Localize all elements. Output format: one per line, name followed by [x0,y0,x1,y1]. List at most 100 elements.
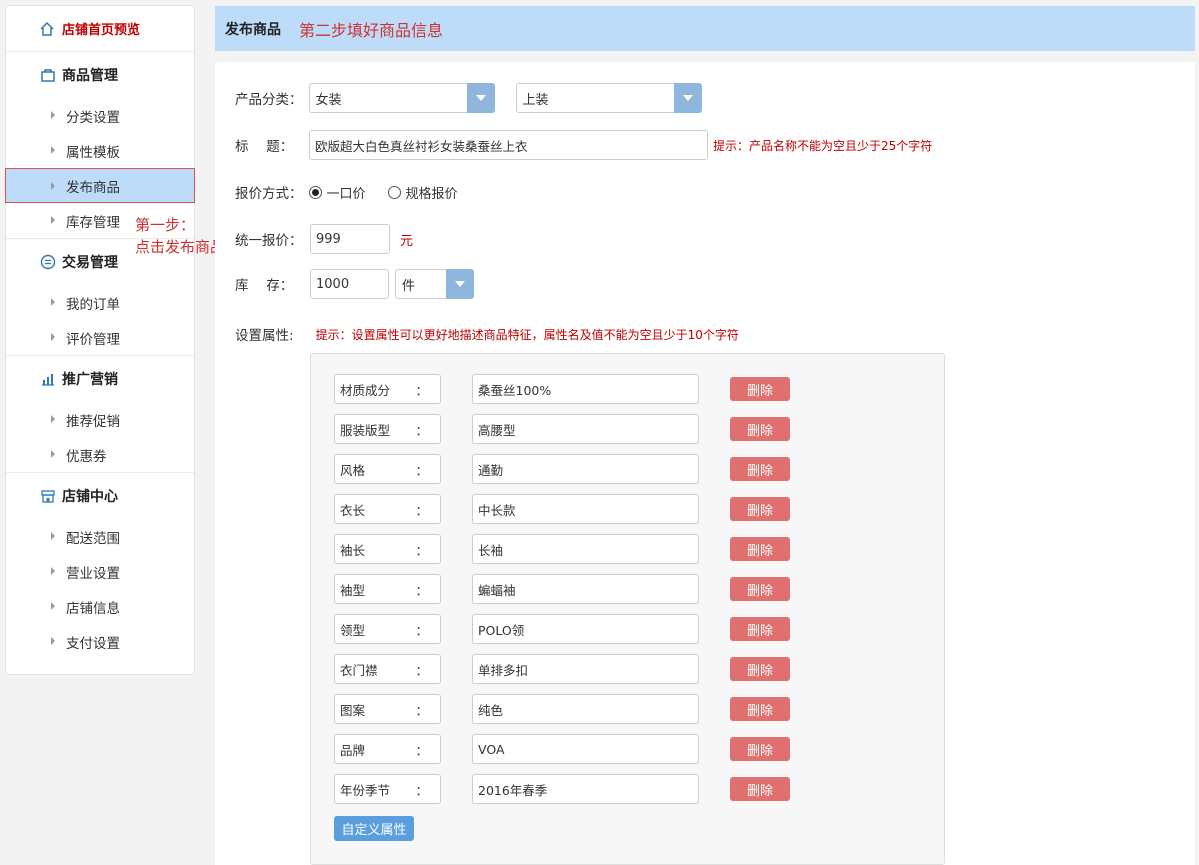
stock-unit-select[interactable]: 件 [395,269,474,299]
delete-attribute-button[interactable]: 删除 [730,417,790,441]
attribute-colon: ： [415,502,428,518]
attribute-value-input[interactable]: 桑蚕丝100% [472,374,699,404]
sidebar-item-label: 发布商品 [66,179,120,196]
bag-icon [40,67,56,83]
attribute-value-input[interactable]: 中长款 [472,494,699,524]
sidebar-item-publish-product[interactable]: 发布商品 [5,168,195,203]
attribute-value-input[interactable]: 长袖 [472,534,699,564]
caret-right-icon [51,146,55,154]
sidebar-item-label: 库存管理 [66,214,120,231]
attribute-value-input[interactable]: 纯色 [472,694,699,724]
custom-attribute-button[interactable]: 自定义属性 [334,816,414,841]
delete-attribute-button[interactable]: 删除 [730,737,790,761]
attribute-name-input[interactable]: 品牌 ： [334,734,441,764]
attribute-value-input[interactable]: 通勤 [472,454,699,484]
attribute-name: 衣门襟 [340,662,378,678]
attribute-name-input[interactable]: 衣长 ： [334,494,441,524]
attribute-name-input[interactable]: 图案 ： [334,694,441,724]
unified-price-input[interactable]: 999 [310,224,390,254]
sidebar-group-products[interactable]: 商品管理 [6,52,194,98]
category-label: 产品分类： [235,92,303,108]
category-secondary-select[interactable]: 上装 [515,83,702,113]
chevron-down-icon[interactable] [466,83,495,113]
attribute-row: 袖长 ： 长袖 删除 [334,534,804,564]
attribute-row: 风格 ： 通勤 删除 [334,454,804,484]
sidebar-item-coupons[interactable]: 优惠券 [6,437,194,472]
radio-unchecked-icon[interactable] [387,185,401,199]
page-header: 发布商品 第二步填好商品信息 [215,6,1195,51]
attribute-name-input[interactable]: 衣门襟 ： [334,654,441,684]
radio-fixed-price[interactable]: 一口价 [308,183,366,202]
attribute-name-input[interactable]: 风格 ： [334,454,441,484]
delete-attribute-button[interactable]: 删除 [730,497,790,521]
store-icon [40,488,56,504]
delete-attribute-button[interactable]: 删除 [730,577,790,601]
sidebar-item-label: 推荐促销 [66,413,120,430]
sidebar-item-label: 店铺信息 [66,600,120,617]
chevron-down-icon[interactable] [446,269,474,299]
sidebar-item-label: 配送范围 [66,530,120,547]
sidebar-item-store-info[interactable]: 店铺信息 [6,589,194,624]
sidebar-item-delivery-range[interactable]: 配送范围 [6,519,194,554]
store-home-preview-link[interactable]: 店铺首页预览 [6,6,194,52]
sidebar-item-promotions[interactable]: 推荐促销 [6,402,194,437]
attribute-name: 材质成分 [340,382,391,398]
price-mode-row: 报价方式： 一口价 规格报价 [235,177,458,207]
attribute-value-input[interactable]: 高腰型 [472,414,699,444]
attribute-name: 袖型 [340,582,366,598]
attribute-name: 风格 [340,462,366,478]
title-input[interactable]: 欧版超大白色真丝衬衫女装桑蚕丝上衣 [309,130,708,160]
delete-attribute-button[interactable]: 删除 [730,777,790,801]
sidebar-item-attribute-template[interactable]: 属性模板 [6,133,194,168]
attribute-name-input[interactable]: 袖型 ： [334,574,441,604]
delete-attribute-button[interactable]: 删除 [730,657,790,681]
sidebar-group-marketing[interactable]: 推广营销 [6,356,194,402]
sidebar-group-label: 店铺中心 [62,489,118,505]
caret-right-icon [51,333,55,341]
attribute-value-input[interactable]: VOA [472,734,699,764]
sidebar-item-my-orders[interactable]: 我的订单 [6,285,194,320]
attribute-name-input[interactable]: 袖长 ： [334,534,441,564]
stock-input[interactable]: 1000 [310,269,389,299]
attribute-name-input[interactable]: 材质成分 ： [334,374,441,404]
unified-price-row: 统一报价： 999 元 [235,224,413,254]
category-primary-select[interactable]: 女装 [308,83,495,113]
delete-attribute-button[interactable]: 删除 [730,377,790,401]
radio-checked-icon[interactable] [308,185,322,199]
category-primary-value: 女装 [315,92,342,108]
attribute-value-input[interactable]: POLO领 [472,614,699,644]
caret-right-icon [51,637,55,645]
delete-attribute-button[interactable]: 删除 [730,537,790,561]
caret-right-icon [51,111,55,119]
attribute-name: 衣长 [340,502,366,518]
sidebar-item-business-settings[interactable]: 营业设置 [6,554,194,589]
caret-right-icon [51,602,55,610]
sidebar-item-category-settings[interactable]: 分类设置 [6,98,194,133]
attribute-colon: ： [415,542,428,558]
radio-spec-price[interactable]: 规格报价 [387,183,458,202]
attribute-colon: ： [415,462,428,478]
delete-attribute-button[interactable]: 删除 [730,457,790,481]
sidebar-item-payment-settings[interactable]: 支付设置 [6,624,194,659]
attribute-value-input[interactable]: 蝙蝠袖 [472,574,699,604]
caret-right-icon [51,532,55,540]
delete-attribute-button[interactable]: 删除 [730,617,790,641]
caret-right-icon [51,450,55,458]
caret-right-icon [51,182,55,190]
publish-form-panel: 产品分类： 女装 上装 标 题： 欧版超大白色真丝衬衫女装桑蚕丝上衣 提示：产品… [215,62,1195,865]
delete-attribute-button[interactable]: 删除 [730,697,790,721]
attr-header-row: 设置属性: 提示：设置属性可以更好地描述商品特征，属性名及值不能为空且少于10个… [235,324,739,345]
title-hint: 提示：产品名称不能为空且少于25个字符 [713,138,933,153]
attribute-colon: ： [415,782,428,798]
step1-annotation-line1: 第一步： [135,216,196,234]
sidebar-group-store-center[interactable]: 店铺中心 [6,473,194,519]
attribute-name-input[interactable]: 服装版型 ： [334,414,441,444]
chevron-down-icon[interactable] [673,83,702,113]
sidebar-item-reviews[interactable]: 评价管理 [6,320,194,355]
attribute-name-input[interactable]: 领型 ： [334,614,441,644]
attribute-value-input[interactable]: 单排多扣 [472,654,699,684]
attribute-value-input[interactable]: 2016年春季 [472,774,699,804]
attribute-row: 服装版型 ： 高腰型 删除 [334,414,804,444]
radio-fixed-price-label: 一口价 [326,186,366,202]
attribute-name-input[interactable]: 年份季节 ： [334,774,441,804]
